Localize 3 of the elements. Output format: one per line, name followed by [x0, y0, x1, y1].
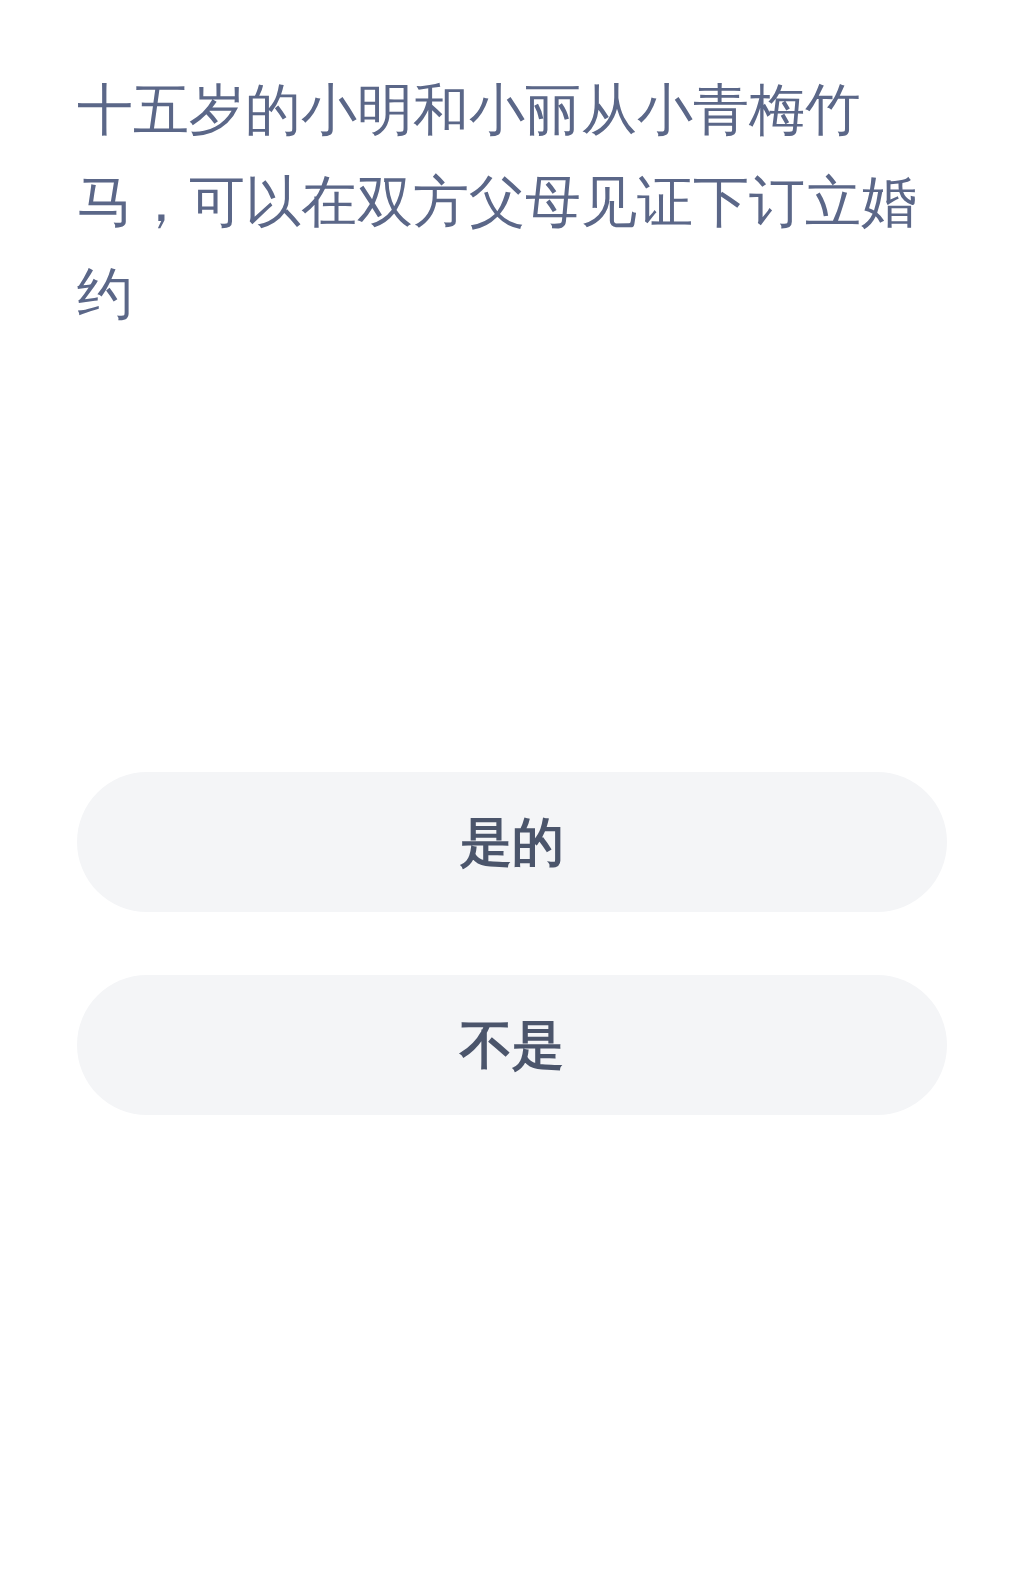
question-text: 十五岁的小明和小丽从小青梅竹马，可以在双方父母见证下订立婚约: [77, 76, 918, 328]
answer-option-button[interactable]: 是的: [77, 772, 947, 912]
answer-option-button[interactable]: 不是: [77, 975, 947, 1115]
